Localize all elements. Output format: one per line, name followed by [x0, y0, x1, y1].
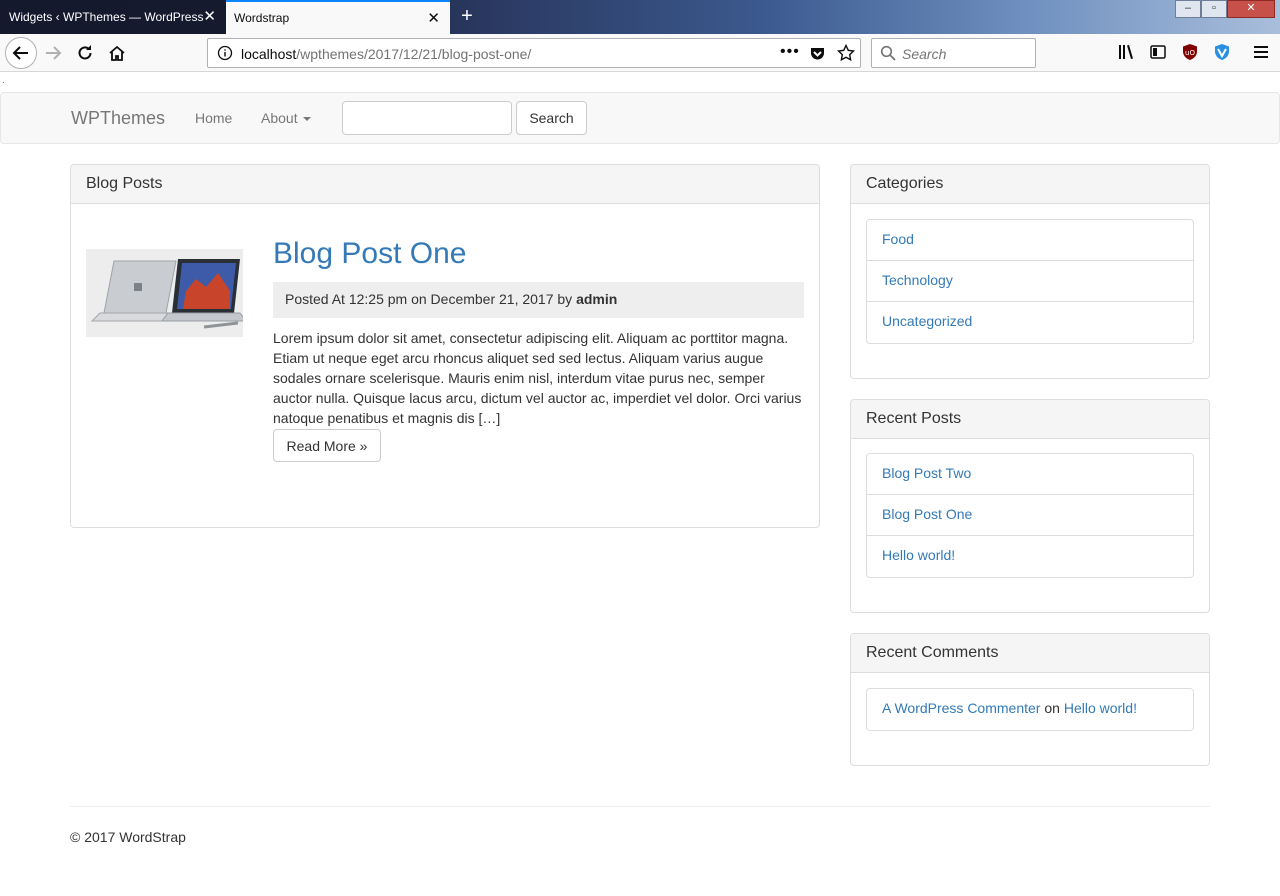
recent-posts-list: Blog Post Two Blog Post One Hello world! [866, 453, 1194, 578]
url-host: localhost [241, 46, 297, 62]
category-link[interactable]: Technology [867, 261, 1193, 302]
caret-down-icon [302, 117, 311, 122]
recent-post-link[interactable]: Blog Post Two [867, 454, 1193, 495]
ublock-origin-icon[interactable]: uO [1181, 43, 1199, 61]
plus-icon[interactable]: + [456, 5, 478, 27]
post-thumbnail-image[interactable] [86, 249, 243, 337]
footer-divider [70, 806, 1210, 807]
recent-post-link[interactable]: Hello world! [867, 536, 1193, 577]
comment-post-link[interactable]: Hello world! [1064, 700, 1137, 716]
comment-author-link[interactable]: A WordPress Commenter [882, 700, 1040, 716]
recent-comments-list: A WordPress Commenter on Hello world! [866, 688, 1194, 731]
site-navbar: WPThemes Home About Search [0, 92, 1280, 144]
site-brand[interactable]: WPThemes [71, 108, 165, 129]
category-link[interactable]: Uncategorized [867, 302, 1193, 343]
browser-search-bar[interactable] [871, 38, 1036, 68]
forward-arrow-icon[interactable] [37, 37, 69, 69]
tab-title: Wordstrap [234, 11, 290, 25]
close-icon[interactable]: ✕ [427, 11, 440, 26]
categories-panel: Categories Food Technology Uncategorized [850, 164, 1210, 379]
pocket-icon[interactable] [809, 45, 826, 62]
post-meta-text: Posted At 12:25 pm on December 21, 2017 … [285, 291, 573, 307]
tab-title: Widgets ‹ WPThemes — WordPress [9, 10, 204, 24]
site-search-button[interactable]: Search [516, 101, 587, 135]
maximize-icon[interactable]: ▫ [1201, 0, 1227, 18]
url-text: localhost/wpthemes/2017/12/21/blog-post-… [241, 46, 531, 62]
hamburger-menu-icon[interactable] [1252, 43, 1270, 61]
home-icon[interactable] [101, 37, 133, 69]
read-more-button[interactable]: Read More » [273, 429, 381, 462]
recent-posts-panel: Recent Posts Blog Post Two Blog Post One… [850, 399, 1210, 613]
info-icon[interactable] [217, 45, 233, 61]
post-author: admin [576, 291, 618, 307]
panel-title: Categories [851, 165, 1209, 204]
browser-tab-bar: Widgets ‹ WPThemes — WordPress ✕ Wordstr… [0, 0, 1280, 34]
categories-list: Food Technology Uncategorized [866, 219, 1194, 344]
category-link[interactable]: Food [867, 220, 1193, 261]
browser-toolbar: localhost/wpthemes/2017/12/21/blog-post-… [0, 34, 1280, 72]
close-icon[interactable]: ✕ [203, 9, 216, 24]
site-search-input[interactable] [342, 101, 512, 135]
comment-on-text: on [1044, 700, 1060, 716]
blog-posts-panel: Blog Posts Blog Post One Posted At 12:25… [70, 164, 820, 528]
footer-copyright: © 2017 WordStrap [70, 829, 186, 845]
nav-home-link[interactable]: Home [195, 110, 232, 126]
post-title-link[interactable]: Blog Post One [273, 237, 466, 271]
browser-search-input[interactable] [902, 44, 1030, 64]
nav-about-label: About [261, 110, 298, 126]
post-excerpt: Lorem ipsum dolor sit amet, consectetur … [273, 330, 802, 426]
panel-title: Blog Posts [71, 165, 819, 204]
sidebar-toggle-icon[interactable] [1149, 43, 1167, 61]
window-close-icon[interactable]: ✕ [1227, 0, 1275, 18]
tab-wordstrap[interactable]: Wordstrap ✕ [226, 0, 450, 34]
search-icon [880, 45, 896, 61]
panel-title: Recent Comments [851, 634, 1209, 673]
bookmark-star-icon[interactable] [837, 44, 855, 62]
svg-text:uO: uO [1185, 49, 1195, 57]
page-dot: · [2, 78, 5, 87]
recent-comments-panel: Recent Comments A WordPress Commenter on… [850, 633, 1210, 766]
back-arrow-icon[interactable] [5, 37, 37, 69]
recent-post-link[interactable]: Blog Post One [867, 495, 1193, 536]
nav-about-dropdown[interactable]: About [261, 110, 311, 126]
url-path: /wpthemes/2017/12/21/blog-post-one/ [296, 46, 532, 62]
url-bar[interactable]: localhost/wpthemes/2017/12/21/blog-post-… [207, 38, 861, 68]
tab-widgets[interactable]: Widgets ‹ WPThemes — WordPress ✕ [0, 0, 226, 34]
page-actions-icon[interactable]: ••• [780, 43, 800, 61]
post-meta: Posted At 12:25 pm on December 21, 2017 … [273, 282, 804, 318]
panel-title: Recent Posts [851, 400, 1209, 439]
reload-icon[interactable] [69, 37, 101, 69]
minimize-icon[interactable]: – [1175, 0, 1201, 18]
recent-comment-item: A WordPress Commenter on Hello world! [867, 689, 1193, 730]
library-icon[interactable] [1117, 43, 1135, 61]
shield-icon[interactable] [1213, 43, 1231, 61]
